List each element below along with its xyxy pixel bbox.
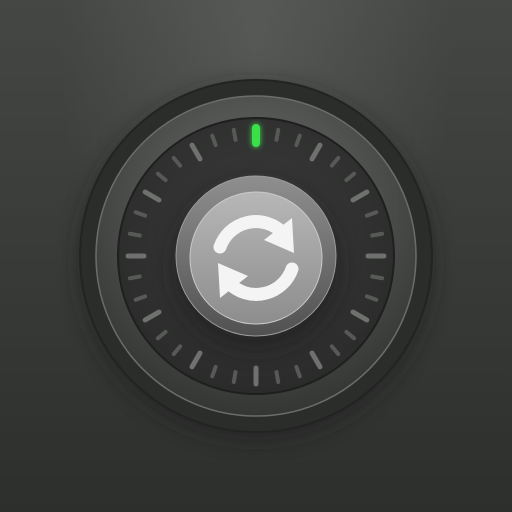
minor-tick bbox=[231, 127, 238, 142]
minor-tick bbox=[370, 274, 385, 281]
minor-tick bbox=[231, 370, 238, 385]
minor-tick bbox=[274, 127, 281, 142]
status-indicator-light bbox=[252, 124, 260, 147]
app-icon bbox=[0, 0, 512, 512]
minor-tick bbox=[274, 370, 281, 385]
knob-face[interactable] bbox=[189, 191, 323, 325]
minor-tick bbox=[127, 274, 142, 281]
dial-graphic bbox=[78, 79, 434, 440]
minor-tick bbox=[370, 231, 385, 238]
minor-tick bbox=[127, 231, 142, 238]
